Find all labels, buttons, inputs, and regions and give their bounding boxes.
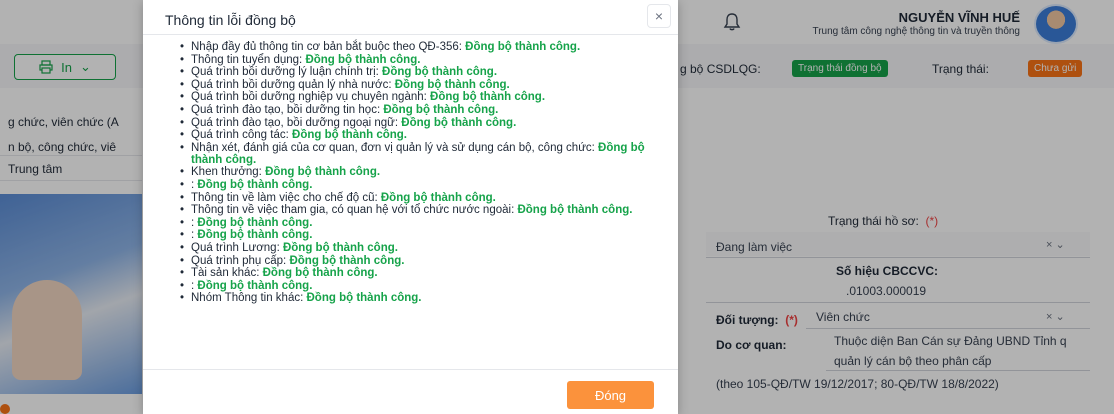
item-status: Đồng bộ thành công. bbox=[292, 129, 407, 142]
item-status: Đồng bộ thành công. bbox=[401, 116, 517, 129]
list-item: : Đồng bộ thành công. bbox=[180, 279, 651, 292]
list-item: Quá trình bồi dưỡng lý luận chính trị: Đ… bbox=[180, 66, 651, 79]
item-status: Đồng bộ thành công. bbox=[262, 267, 378, 280]
item-label: Quá trình đào tạo, bồi dưỡng tin học: bbox=[191, 103, 381, 116]
item-label: Quá trình bồi dưỡng quản lý nhà nước: bbox=[191, 78, 392, 91]
item-status: Đồng bộ thành công. bbox=[517, 204, 633, 217]
item-label: Quá trình bồi dưỡng nghiệp vụ chuyên ngà… bbox=[191, 91, 427, 104]
item-status: Đồng bộ thành công. bbox=[282, 241, 398, 254]
list-item: Nhận xét, đánh giá của cơ quan, đơn vị q… bbox=[180, 141, 651, 166]
item-status: Đồng bộ thành công. bbox=[197, 279, 313, 292]
item-status: Đồng bộ thành công. bbox=[197, 229, 313, 242]
list-item: Quá trình công tác: Đồng bộ thành công. bbox=[180, 129, 651, 142]
item-status: Đồng bộ thành công. bbox=[197, 178, 313, 191]
item-status: Đồng bộ thành công. bbox=[305, 53, 421, 66]
item-label: : bbox=[191, 229, 195, 242]
item-label: : bbox=[191, 178, 195, 191]
list-item: Thông tin về làm việc cho chế độ cũ: Đồn… bbox=[180, 191, 651, 204]
item-status: Đồng bộ thành công. bbox=[197, 216, 313, 229]
item-label: Thông tin về làm việc cho chế độ cũ: bbox=[191, 191, 378, 204]
list-item: Quá trình Lương: Đồng bộ thành công. bbox=[180, 241, 651, 254]
list-item: Tài sản khác: Đồng bộ thành công. bbox=[180, 267, 651, 280]
list-item: Quá trình đào tạo, bồi dưỡng ngoại ngữ: … bbox=[180, 116, 651, 129]
item-status: Đồng bộ thành công. bbox=[383, 103, 499, 116]
item-label: : bbox=[191, 279, 195, 292]
item-label: Quá trình phụ cấp: bbox=[191, 254, 287, 267]
list-item: Nhóm Thông tin khác: Đồng bộ thành công. bbox=[180, 292, 651, 305]
item-label: Quá trình bồi dưỡng lý luận chính trị: bbox=[191, 66, 379, 79]
list-item: : Đồng bộ thành công. bbox=[180, 216, 651, 229]
item-label: Quá trình công tác: bbox=[191, 129, 289, 142]
list-item: Khen thưởng: Đồng bộ thành công. bbox=[180, 166, 651, 179]
list-item: Quá trình đào tạo, bồi dưỡng tin học: Đồ… bbox=[180, 103, 651, 116]
sync-result-list: Nhập đầy đủ thông tin cơ bản bắt buộc th… bbox=[180, 35, 651, 305]
list-item: Quá trình bồi dưỡng nghiệp vụ chuyên ngà… bbox=[180, 91, 651, 104]
item-status: Đồng bộ thành công. bbox=[394, 78, 510, 91]
list-item: Nhập đầy đủ thông tin cơ bản bắt buộc th… bbox=[180, 41, 651, 53]
item-label: Nhận xét, đánh giá của cơ quan, đơn vị q… bbox=[191, 141, 595, 154]
item-label: Quá trình Lương: bbox=[191, 241, 280, 254]
item-label: Quá trình đào tạo, bồi dưỡng ngoại ngữ: bbox=[191, 116, 399, 129]
close-button[interactable]: Đóng bbox=[567, 381, 654, 409]
list-item: : Đồng bộ thành công. bbox=[180, 178, 651, 191]
list-item: Quá trình bồi dưỡng quản lý nhà nước: Đồ… bbox=[180, 78, 651, 91]
list-item: Thông tin tuyển dụng: Đồng bộ thành công… bbox=[180, 53, 651, 66]
list-item: : Đồng bộ thành công. bbox=[180, 229, 651, 242]
list-item: Quá trình phụ cấp: Đồng bộ thành công. bbox=[180, 254, 651, 267]
item-status: Đồng bộ thành công. bbox=[465, 41, 581, 53]
item-label: Khen thưởng: bbox=[191, 166, 262, 179]
item-label: : bbox=[191, 216, 195, 229]
close-icon[interactable]: × bbox=[647, 4, 671, 28]
item-status: Đồng bộ thành công. bbox=[289, 254, 405, 267]
item-label: Tài sản khác: bbox=[191, 267, 260, 280]
item-status: Đồng bộ thành công. bbox=[265, 166, 381, 179]
modal-body: Nhập đầy đủ thông tin cơ bản bắt buộc th… bbox=[143, 34, 678, 370]
sync-error-modal: Thông tin lỗi đồng bộ × Nhập đầy đủ thôn… bbox=[143, 0, 678, 414]
item-status: Đồng bộ thành công. bbox=[382, 66, 498, 79]
item-label: Nhập đầy đủ thông tin cơ bản bắt buộc th… bbox=[191, 41, 462, 53]
item-status: Đồng bộ thành công. bbox=[430, 91, 546, 104]
item-status: Đồng bộ thành công. bbox=[380, 191, 496, 204]
item-label: Nhóm Thông tin khác: bbox=[191, 292, 304, 305]
item-label: Thông tin về việc tham gia, có quan hệ v… bbox=[191, 204, 515, 217]
item-label: Thông tin tuyển dụng: bbox=[191, 53, 303, 66]
modal-title: Thông tin lỗi đồng bộ bbox=[165, 12, 296, 28]
item-status: Đồng bộ thành công. bbox=[306, 292, 422, 305]
list-item: Thông tin về việc tham gia, có quan hệ v… bbox=[180, 204, 651, 217]
